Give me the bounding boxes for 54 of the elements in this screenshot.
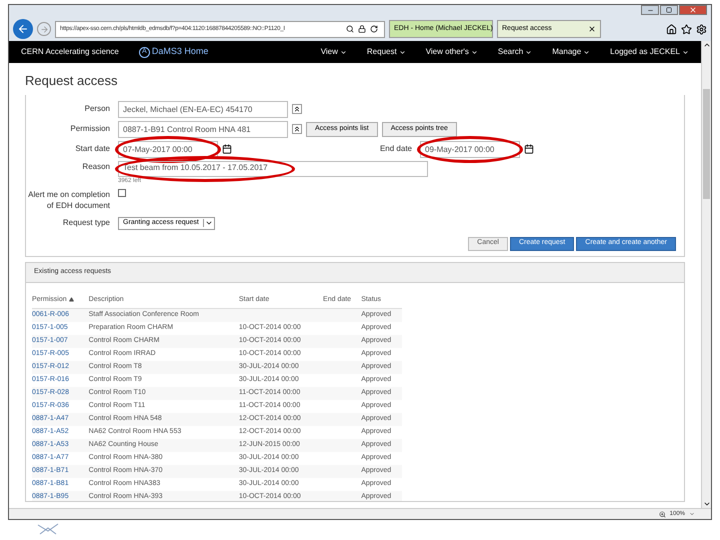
home-icon[interactable]	[666, 24, 677, 34]
text-field[interactable]: 0887-1-B91 Control Room HNA 481	[118, 120, 288, 138]
close-icon	[689, 6, 697, 14]
minimize-button[interactable]	[641, 5, 659, 15]
alert-checkbox[interactable]	[118, 188, 126, 196]
nav-menu[interactable]: Logged as JECKEL	[610, 46, 689, 58]
close-tab-icon[interactable]	[588, 25, 596, 33]
field-label: End date	[380, 143, 413, 155]
caret-icon	[682, 48, 689, 56]
text-field[interactable]: Jeckel, Michael (EN-EA-EC) 454170	[118, 100, 288, 118]
calendar-icon[interactable]	[524, 144, 534, 154]
caret-icon	[340, 48, 347, 56]
logo-icon	[36, 522, 60, 536]
caret-icon	[398, 48, 406, 56]
nav-menu[interactable]: View other's	[426, 46, 478, 58]
dropdown-icon	[204, 219, 213, 227]
calendar-icon[interactable]	[222, 144, 232, 154]
field-label: Request type	[62, 217, 111, 229]
field-label: Alert me on completion of EDH document	[27, 188, 111, 210]
maximize-icon	[666, 7, 672, 13]
caret-icon	[470, 48, 478, 56]
refresh-icon[interactable]	[370, 25, 378, 33]
reason-textarea[interactable]: Test beam from 10.05.2017 - 17.05.2017	[118, 160, 428, 176]
star-icon[interactable]	[681, 24, 692, 34]
field-label: Reason	[81, 160, 111, 172]
caret-icon	[583, 48, 590, 56]
zoom-icon[interactable]	[658, 510, 666, 518]
field-label: Person	[84, 103, 111, 115]
text-field[interactable]: 07-May-2017 00:00	[118, 140, 218, 158]
nav-menu[interactable]: Manage	[552, 46, 590, 58]
brand-text: CERN Accelerating science	[21, 46, 119, 58]
lookup-icon[interactable]	[292, 124, 302, 134]
nav-menu[interactable]: View	[320, 46, 347, 58]
back-button[interactable]	[13, 19, 33, 39]
forward-arrow-icon	[40, 24, 48, 34]
page-title: Request access	[25, 72, 118, 90]
text-field[interactable]: 09-May-2017 00:00	[420, 140, 520, 158]
field-label: Permission	[69, 123, 111, 135]
caret-icon[interactable]	[689, 511, 695, 517]
settings-icon[interactable]	[696, 24, 707, 34]
search-icon[interactable]	[346, 25, 354, 33]
lock-icon	[358, 25, 366, 33]
nav-menu[interactable]: Request	[366, 46, 406, 58]
caret-icon	[525, 48, 532, 56]
sort-icon[interactable]	[68, 296, 74, 302]
scrollbar[interactable]	[701, 41, 711, 508]
field-label: Start date	[74, 143, 111, 155]
lookup-icon[interactable]	[292, 104, 302, 114]
scroll-up-icon[interactable]	[702, 41, 710, 49]
scroll-down-icon[interactable]	[702, 500, 710, 508]
scrollbar-thumb[interactable]	[703, 89, 710, 199]
maximize-button[interactable]	[660, 5, 678, 15]
nav-menu[interactable]: Search	[498, 46, 532, 58]
back-arrow-icon	[17, 23, 29, 35]
